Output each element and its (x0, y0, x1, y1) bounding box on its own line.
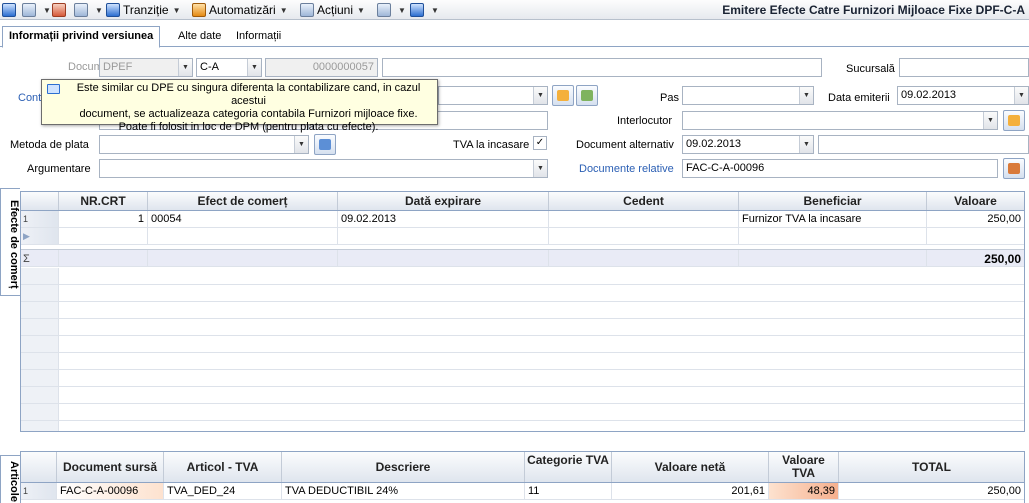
col-articol-tva[interactable]: Articol - TVA (164, 452, 282, 482)
col-nr-crt[interactable]: NR.CRT (59, 192, 148, 210)
sucursala-field[interactable] (899, 58, 1029, 77)
doc-relative-field[interactable]: FAC-C-A-00096 (682, 159, 998, 178)
col-efect-comert[interactable]: Efect de comerț (148, 192, 338, 210)
efecte-grid: NR.CRT Efect de comerț Dată expirare Ced… (20, 191, 1025, 432)
metoda-plata-label: Metoda de plata (10, 139, 89, 151)
doc-alternativ-date-field[interactable]: 09.02.2013 ▼ (682, 135, 814, 154)
view-icon (581, 90, 593, 101)
save-icon[interactable] (2, 2, 19, 18)
actiuni-menu[interactable]: Acțiuni ▼ (300, 2, 365, 18)
info-icon (47, 84, 60, 94)
actions-icon (300, 3, 314, 17)
data-emiterii-label: Data emiterii (828, 92, 890, 104)
doc-alternativ-field[interactable] (818, 135, 1029, 154)
add-person-icon (557, 90, 569, 101)
document-number-field[interactable]: 0000000057 (265, 58, 378, 77)
help-icon (410, 3, 424, 17)
automation-icon (192, 3, 206, 17)
serie-select[interactable]: C-A ▼ (196, 58, 262, 77)
articole-grid-header: Document sursă Articol - TVA Descriere C… (21, 452, 1024, 483)
calculator-icon (319, 139, 331, 150)
argumentare-label: Argumentare (27, 163, 91, 175)
col-beneficiar[interactable]: Beneficiar (739, 192, 927, 210)
add-person-icon (1008, 115, 1020, 126)
efecte-grid-header: NR.CRT Efect de comerț Dată expirare Ced… (21, 192, 1024, 211)
tab-efecte-de-comert[interactable]: Efecte de comerț (0, 188, 20, 296)
document-type-select[interactable]: DPEF ▼ (99, 58, 193, 77)
tva-incasare-checkbox[interactable]: ✓ (533, 136, 547, 150)
new-document-button[interactable]: ▼ (22, 2, 51, 18)
tva-incasare-label: TVA la incasare (453, 139, 530, 151)
tab-informatii-versiune[interactable]: Informații privind versiunea (2, 26, 161, 48)
doc-relative-label[interactable]: Documente relative (579, 163, 674, 175)
add-contract-button[interactable] (552, 85, 574, 106)
col-total[interactable]: TOTAL (839, 452, 1024, 482)
document-grid-icon (1008, 163, 1020, 174)
view-contract-button[interactable] (576, 85, 598, 106)
tab-informatii[interactable]: Informații (229, 26, 288, 47)
row-header-corner (21, 192, 59, 210)
articole-grid: Document sursă Articol - TVA Descriere C… (20, 451, 1025, 503)
col-descriere[interactable]: Descriere (282, 452, 525, 482)
automatizari-menu[interactable]: Automatizări ▼ (192, 2, 288, 18)
pas-label: Pas (660, 92, 679, 104)
print-menu[interactable]: ▼ (377, 2, 406, 18)
contract-select[interactable]: ▼ (438, 86, 548, 105)
new-row[interactable]: ▶ (21, 228, 1024, 245)
col-categorie-tva[interactable]: Categorie TVA (525, 452, 612, 482)
tab-strip: Informații privind versiunea Alte date I… (0, 26, 1029, 48)
help-menu[interactable]: ▼ (410, 2, 439, 18)
sum-marker: Σ (21, 250, 59, 266)
tranzitie-icon (106, 3, 120, 17)
col-cedent[interactable]: Cedent (549, 192, 739, 210)
document-description-field[interactable] (382, 58, 822, 77)
tab-alte-date[interactable]: Alte date (171, 26, 228, 47)
new-row-marker: ▶ (21, 228, 59, 244)
toolbar: ▼ ▼ ▼ Tranziție▼ Automatizări▼ Acțiuni▼ … (0, 0, 1029, 20)
sum-row: Σ 250,00 (21, 249, 1024, 267)
interlocutor-label: Interlocutor (617, 115, 673, 127)
tab-articole[interactable]: Articole (0, 455, 20, 503)
add-interlocutor-button[interactable] (1003, 110, 1025, 131)
contract-label[interactable]: Cont (18, 92, 41, 104)
search-icon (74, 3, 88, 17)
table-row[interactable]: 1 1 00054 09.02.2013 Furnizor TVA la inc… (21, 211, 1024, 228)
window-title: Emitere Efecte Catre Furnizori Mijloace … (722, 3, 1025, 17)
col-document-sursa[interactable]: Document sursă (57, 452, 164, 482)
document-tooltip: Este similar cu DPE cu singura diferenta… (41, 79, 438, 133)
doc-alternativ-label: Document alternativ (576, 139, 674, 151)
data-emiterii-field[interactable]: 09.02.2013 ▼ (897, 86, 1029, 105)
search-button[interactable]: ▼ (74, 2, 103, 18)
metoda-plata-select[interactable]: ▼ (99, 135, 309, 154)
col-valoare[interactable]: Valoare (927, 192, 1024, 210)
argumentare-select[interactable]: ▼ (99, 159, 548, 178)
pas-select[interactable]: ▼ (682, 86, 814, 105)
col-valoare-tva[interactable]: Valoare TVA (769, 452, 839, 482)
printer-icon (377, 3, 391, 17)
col-data-expirare[interactable]: Dată expirare (338, 192, 549, 210)
calculator-button[interactable] (314, 134, 336, 155)
sucursala-label: Sucursală (846, 63, 895, 75)
tranzitie-menu[interactable]: Tranziție ▼ (106, 2, 181, 18)
empty-rows (21, 268, 1024, 431)
interlocutor-select[interactable]: ▼ (682, 111, 998, 130)
table-row[interactable]: 1 FAC-C-A-00096 TVA_DED_24 TVA DEDUCTIBI… (21, 483, 1024, 500)
doc-relative-button[interactable] (1003, 158, 1025, 179)
efecte-total: 250,00 (927, 250, 1024, 266)
col-valoare-neta[interactable]: Valoare netă (612, 452, 769, 482)
